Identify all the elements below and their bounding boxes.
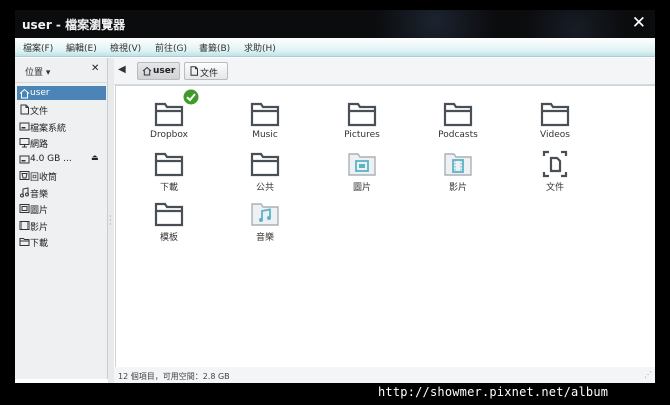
sidebar: user 文件 檔案系統 網路 4.0 GB ... ⏏ 回收筒 音樂 圖片 影… (15, 83, 108, 379)
sidebar-item-videos[interactable]: 影片 (17, 218, 106, 233)
file-item-videos-folder[interactable]: 影片 (413, 150, 503, 200)
status-text: 12 個項目，可用空間：2.8 GB (118, 372, 230, 381)
menu-edit[interactable]: 編輯(E) (66, 41, 97, 54)
sidebar-item-filesystem[interactable]: 檔案系統 (17, 119, 106, 134)
folder-icon (443, 102, 473, 127)
file-item-music[interactable]: Music (220, 100, 310, 150)
chevron-down-icon: ▾ (45, 68, 51, 78)
folder-icon (154, 202, 184, 227)
splitter-grip-icon: · · · (109, 212, 112, 229)
menu-bookmarks[interactable]: 書籤(B) (199, 41, 230, 54)
sidebar-close-icon[interactable]: ✕ (91, 63, 99, 74)
drive-icon (19, 155, 30, 164)
music-folder-icon (251, 203, 279, 226)
music-icon (20, 187, 29, 198)
menu-file[interactable]: 檔案(F) (23, 41, 53, 54)
video-folder-icon (444, 153, 472, 176)
sidebar-item-pictures[interactable]: 圖片 (17, 201, 106, 216)
folder-icon (540, 102, 570, 127)
drive-icon (19, 122, 30, 131)
pictures-icon (19, 204, 30, 213)
file-view: Dropbox Music Pictures Podcasts Videos 下… (115, 85, 655, 368)
sidebar-item-network[interactable]: 網路 (17, 135, 106, 150)
network-icon (19, 138, 30, 148)
close-icon[interactable]: ✕ (632, 13, 646, 33)
status-bar: 12 個項目，可用空間：2.8 GB ⋰ (114, 367, 655, 383)
sidebar-item-music[interactable]: 音樂 (17, 185, 106, 200)
folder-icon (154, 102, 184, 127)
folder-icon (347, 102, 377, 127)
document-icon (542, 150, 568, 178)
watermark-url: http://showmer.pixnet.net/album (378, 385, 609, 399)
home-icon (19, 88, 30, 99)
file-manager-window: user - 檔案瀏覽器 ✕ 檔案(F) 編輯(E) 檢視(V) 前往(G) 書… (15, 10, 655, 383)
location-toolbar: ◀ user 文件 (114, 58, 655, 85)
file-item-downloads[interactable]: 下載 (124, 150, 214, 200)
trash-icon (19, 171, 30, 180)
file-item-music-folder[interactable]: 音樂 (220, 200, 310, 250)
file-item-pictures[interactable]: Pictures (317, 100, 407, 150)
eject-icon[interactable]: ⏏ (91, 153, 99, 162)
folder-icon (250, 102, 280, 127)
check-badge-icon (183, 89, 199, 105)
breadcrumb-user[interactable]: user (137, 62, 180, 80)
sidebar-header: 位置 ▾ ✕ (15, 58, 108, 83)
sidebar-item-trash[interactable]: 回收筒 (17, 168, 106, 183)
file-item-videos[interactable]: Videos (510, 100, 600, 150)
sidebar-item-user[interactable]: user (17, 86, 106, 100)
video-icon (19, 221, 30, 230)
title-bar[interactable]: user - 檔案瀏覽器 ✕ (15, 10, 655, 38)
download-icon (19, 238, 30, 246)
pictures-folder-icon (348, 153, 376, 176)
back-arrow-icon[interactable]: ◀ (118, 64, 126, 75)
file-item-pictures-folder[interactable]: 圖片 (317, 150, 407, 200)
folder-icon (154, 152, 184, 177)
file-item-dropbox[interactable]: Dropbox (124, 89, 214, 150)
window-title: user - 檔案瀏覽器 (22, 18, 126, 32)
menu-go[interactable]: 前往(G) (155, 41, 187, 54)
sidebar-item-usb-drive[interactable]: 4.0 GB ... ⏏ (17, 152, 106, 166)
menu-view[interactable]: 檢視(V) (110, 41, 141, 54)
document-icon (190, 66, 198, 76)
folder-icon (250, 152, 280, 177)
sidebar-item-documents[interactable]: 文件 (17, 102, 106, 117)
breadcrumb-documents[interactable]: 文件 (184, 62, 228, 80)
home-icon (142, 66, 152, 76)
document-icon (20, 104, 29, 115)
file-item-templates[interactable]: 模板 (124, 200, 214, 250)
menu-bar: 檔案(F) 編輯(E) 檢視(V) 前往(G) 書籤(B) 求助(H) (15, 38, 655, 57)
places-dropdown[interactable]: 位置 ▾ (25, 65, 50, 78)
sidebar-splitter[interactable]: · · · (108, 58, 114, 383)
file-item-podcasts[interactable]: Podcasts (413, 100, 503, 150)
resize-grip-icon[interactable]: ⋰ (644, 370, 652, 379)
menu-help[interactable]: 求助(H) (244, 41, 276, 54)
file-item-public[interactable]: 公共 (220, 150, 310, 200)
sidebar-item-downloads[interactable]: 下載 (17, 234, 106, 249)
file-item-documents[interactable]: 文件 (510, 150, 600, 200)
